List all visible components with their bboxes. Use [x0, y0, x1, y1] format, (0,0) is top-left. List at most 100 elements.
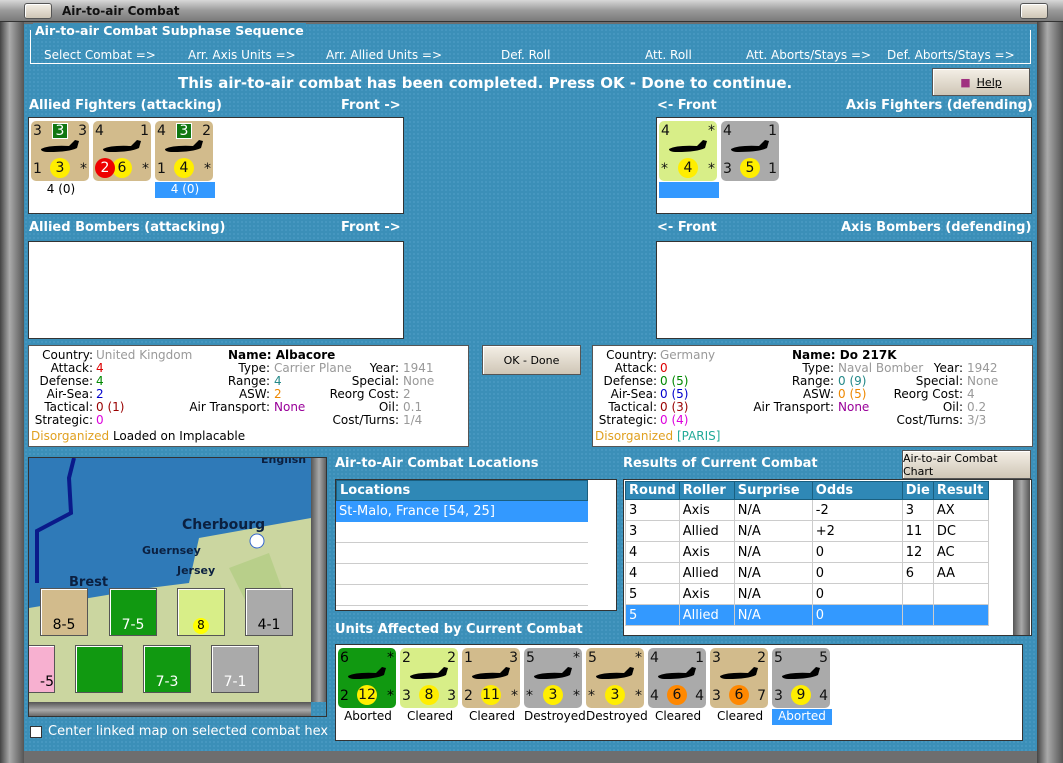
table-row[interactable]: 5 Allied N/A 0	[625, 604, 989, 626]
info-key: Defense:	[39, 374, 93, 388]
counter-tr: 2	[202, 123, 211, 139]
counter-br: 4	[819, 688, 828, 704]
minimize-button[interactable]	[24, 3, 52, 19]
location-item[interactable]: St-Malo, France [54, 25]	[336, 501, 588, 522]
info-key: Oil:	[378, 400, 399, 414]
center-map-checkbox[interactable]	[30, 726, 42, 738]
unit-counter[interactable]: 41446	[648, 648, 706, 708]
map-vertical-scrollbar[interactable]	[311, 458, 326, 702]
counter-tl: 4	[650, 650, 659, 666]
table-row[interactable]: 4 Allied N/A 0 6 AA	[625, 562, 989, 584]
title-bar: Air-to-air Combat	[0, 0, 1063, 22]
axis-unit-info: Country: Germany Attack: 0 Defense: 0 (5) Air-…	[592, 345, 1033, 447]
unit-counter[interactable]: 5 * * * 3	[524, 648, 582, 708]
map-counter-fighter[interactable]	[75, 645, 123, 693]
info-air_sea: 0 (5)	[660, 387, 689, 401]
affected-units-box[interactable]: 6 * 2 * 12 Aborted 2 2 3 3 8 Cleared 1 3 2 * 11 Cleared 5 *…	[335, 644, 1023, 741]
status-note: Loaded on Implacable	[112, 429, 246, 443]
map-counter-partial[interactable]: -5	[29, 645, 55, 693]
axis-fighters-box[interactable]: 4 * * * 4 4 1 3 1 5	[656, 117, 1032, 214]
unit-counter[interactable]: 6 * 2 * 12	[338, 648, 396, 708]
map-label-jersey: Jersey	[176, 564, 215, 577]
info-year: 1941	[403, 361, 434, 375]
counter-value: 3	[605, 685, 625, 705]
unit-counter[interactable]: 4 * * * 4	[659, 121, 717, 181]
unit-counter[interactable]: 5 5 3 49	[772, 648, 830, 708]
info-key: Strategic:	[598, 413, 657, 427]
linked-map[interactable]: Cherbourg Guernsey Jersey Brest English …	[28, 457, 327, 717]
counter-value: 9	[791, 685, 811, 705]
info-asw: 2	[274, 387, 282, 401]
counter-tl: 5	[588, 650, 597, 666]
info-type: Naval Bomber	[838, 361, 924, 375]
unit-counter[interactable]: 3 2 3 76	[710, 648, 768, 708]
table-cell: 12	[901, 541, 934, 563]
step-att-roll: Att. Roll	[645, 48, 692, 62]
counter-tr: 1	[140, 123, 149, 139]
map-counter-bomber[interactable]: 8	[177, 588, 225, 636]
table-row[interactable]: 4 Axis N/A 0 12 AC	[625, 541, 989, 563]
counter-value: 3	[543, 685, 563, 705]
counter-tl: 3	[33, 123, 42, 139]
counter-tr: *	[708, 123, 715, 139]
column-header[interactable]: Surprise	[733, 481, 813, 500]
map-counter-infantry[interactable]: 7-5	[109, 588, 157, 636]
table-row[interactable]: 5 Axis N/A 0	[625, 583, 989, 605]
counter-tr: 3	[509, 650, 518, 666]
unit-counter[interactable]: 41315	[721, 121, 779, 181]
results-table-container: Round Roller Surprise Odds Die Result 3 Axis N/A…	[623, 479, 1032, 636]
counter-bl: 3	[402, 688, 411, 704]
unit-counter[interactable]: 4 2 1 * 4 3	[155, 121, 213, 181]
map-counter-hq[interactable]: 7-1	[211, 645, 259, 693]
counter-tr: 2	[447, 650, 456, 666]
window-title: Air-to-air Combat	[62, 4, 180, 18]
counter-tr: 3	[78, 123, 87, 139]
status-message: This air-to-air combat has been complete…	[178, 74, 793, 92]
info-special: None	[967, 374, 999, 388]
axis-bombers-box[interactable]	[656, 241, 1032, 339]
counter-br: *	[142, 161, 149, 177]
results-scrollbar[interactable]	[1013, 480, 1030, 635]
status-note: [PARIS]	[676, 429, 721, 443]
column-header[interactable]: Roller	[678, 481, 735, 500]
table-cell: N/A	[733, 604, 813, 626]
counter-bl: 3	[723, 161, 732, 177]
counter-br: 4	[695, 688, 704, 704]
counter-br: 1	[768, 161, 777, 177]
column-header[interactable]: Result	[932, 481, 989, 500]
unit-name: Name: Albacore	[228, 348, 336, 362]
unit-status-label: Cleared	[654, 709, 702, 723]
map-counter-infantry[interactable]: 7-3	[143, 645, 191, 693]
unit-counter[interactable]: 4 1 * 6 2	[93, 121, 151, 181]
counter-br: *	[708, 161, 715, 177]
map-counter-infantry[interactable]: 8-5	[40, 588, 88, 636]
combat-chart-button[interactable]: Air-to-air Combat Chart	[902, 450, 1031, 479]
counter-bl: 2	[464, 688, 473, 704]
help-button[interactable]: ■ Help	[932, 68, 1030, 96]
table-cell: 0	[811, 583, 903, 605]
affected-title: Units Affected by Current Combat	[335, 622, 583, 637]
table-cell: 3	[625, 499, 680, 521]
map-counter-hq[interactable]: 4-1	[245, 588, 293, 636]
column-header[interactable]: Die	[901, 481, 934, 500]
map-label-cherbourg: Cherbourg	[182, 517, 265, 533]
unit-counter[interactable]: 5 * * * 3	[586, 648, 644, 708]
ok-done-button[interactable]: OK - Done	[482, 345, 581, 375]
column-header[interactable]: Round	[625, 481, 680, 500]
counter-tl: 5	[774, 650, 783, 666]
table-row[interactable]: 3 Allied N/A +2 11 DC	[625, 520, 989, 542]
unit-counter[interactable]: 3 3 1 * 3 3	[31, 121, 89, 181]
counter-value: 3	[50, 158, 70, 178]
unit-counter[interactable]: 1 3 2 * 11	[462, 648, 520, 708]
allied-bombers-box[interactable]	[28, 241, 404, 339]
allied-fighters-box[interactable]: 3 3 1 * 3 3 4 (0) 4 1 * 6 2 4 2 1 * 4 3 4 (0)	[28, 117, 404, 214]
map-horizontal-scrollbar[interactable]	[29, 702, 311, 716]
table-row[interactable]: 3 Axis N/A -2 3 AX	[625, 499, 989, 521]
unit-counter[interactable]: 2 2 3 38	[400, 648, 458, 708]
counter-value: 11	[481, 685, 501, 705]
info-range: 4	[274, 374, 282, 388]
table-cell: 4	[625, 541, 680, 563]
column-header[interactable]: Odds	[811, 481, 903, 500]
locations-list[interactable]: Locations St-Malo, France [54, 25]	[335, 479, 617, 611]
close-button[interactable]	[1020, 3, 1048, 19]
